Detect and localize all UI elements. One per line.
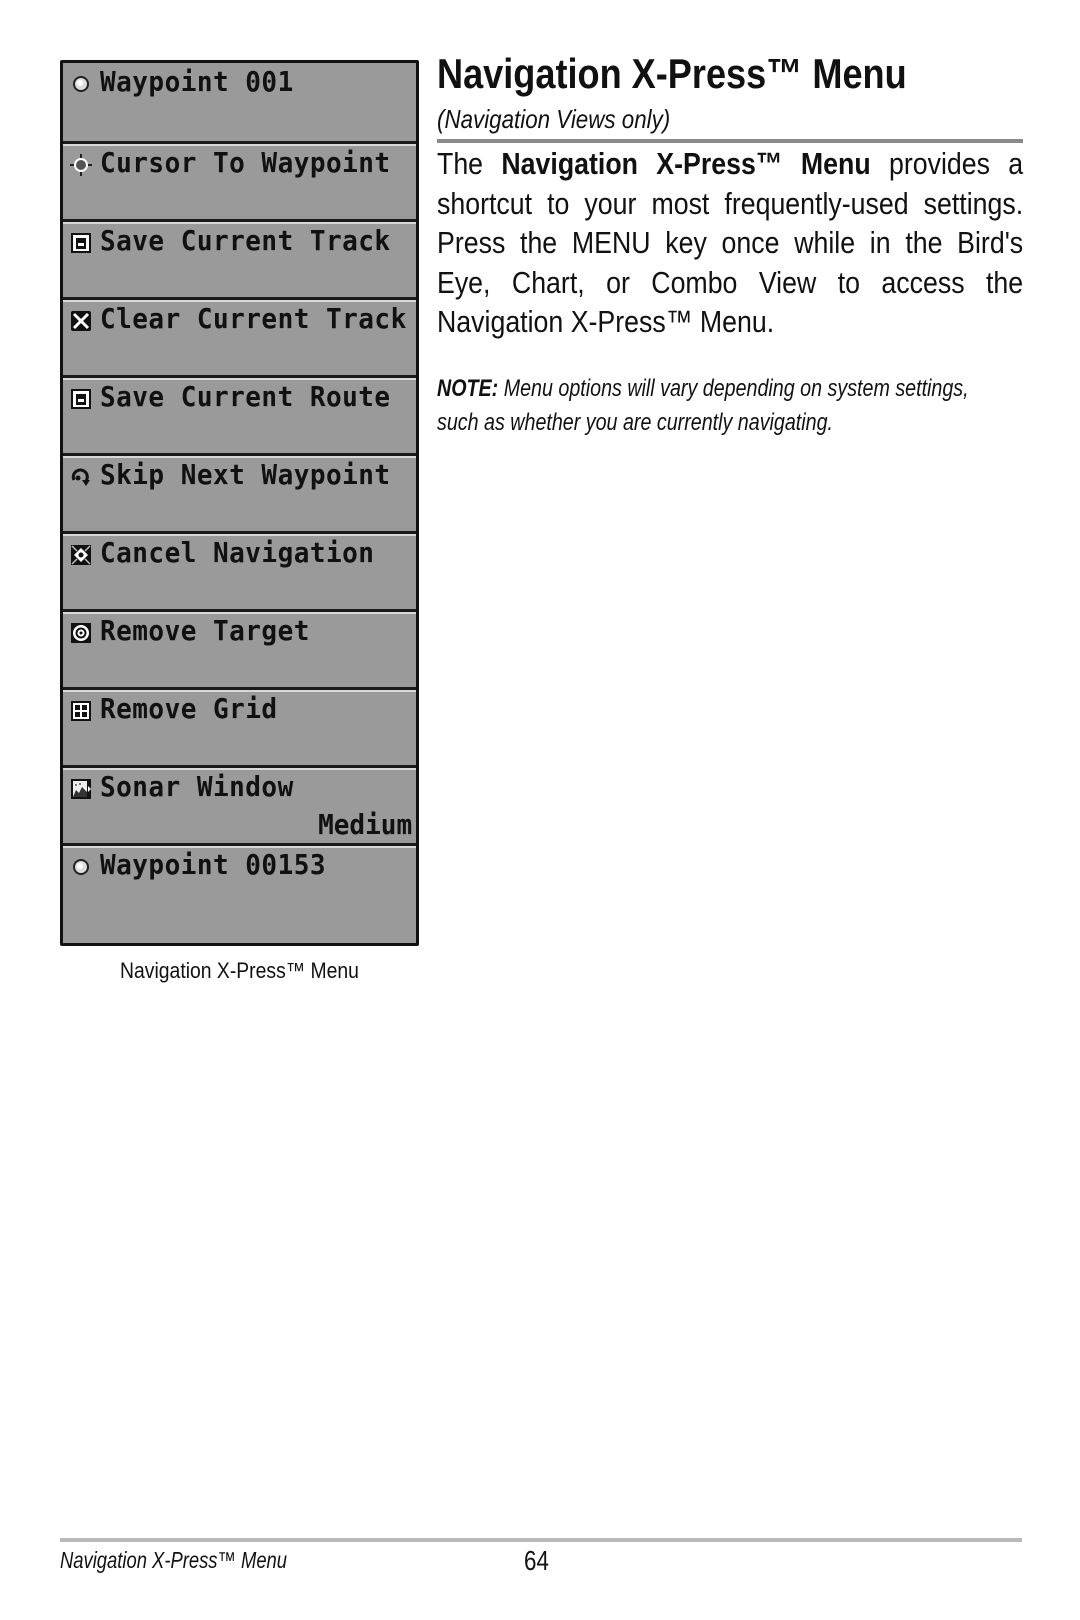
sonar-window-value: Medium <box>317 808 412 841</box>
navigation-xpress-menu: Waypoint 001 Cursor To Waypoint Save Cur… <box>60 60 419 946</box>
note-label: NOTE: <box>437 375 499 402</box>
menu-item-remove-target[interactable]: Remove Target <box>63 609 416 687</box>
sonar-window-icon <box>71 779 91 799</box>
menu-item-cancel-navigation[interactable]: Cancel Navigation <box>63 531 416 609</box>
body-intro: The <box>437 146 502 181</box>
menu-item-sonar-window[interactable]: Sonar Window Medium <box>63 765 416 843</box>
menu-item-label: Save Current Track <box>100 224 391 257</box>
menu-item-label: Waypoint 00153 <box>100 848 327 881</box>
waypoint-icon <box>73 76 89 92</box>
menu-item-waypoint-001[interactable]: Waypoint 001 <box>63 63 416 141</box>
save-icon <box>71 233 91 253</box>
menu-item-label: Cancel Navigation <box>100 536 375 569</box>
waypoint-icon <box>73 859 89 875</box>
clear-icon <box>71 311 91 331</box>
body-paragraph: The Navigation X-Press™ Menu provides a … <box>437 144 1023 342</box>
menu-item-save-current-route[interactable]: Save Current Route <box>63 375 416 453</box>
menu-item-label: Cursor To Waypoint <box>100 146 391 179</box>
target-icon <box>71 623 91 643</box>
menu-item-waypoint-00153[interactable]: Waypoint 00153 <box>63 843 416 921</box>
crosshair-icon <box>70 154 92 176</box>
menu-item-save-current-track[interactable]: Save Current Track <box>63 219 416 297</box>
figure-caption: Navigation X-Press™ Menu <box>120 958 359 983</box>
cancel-navigation-icon <box>71 545 91 565</box>
menu-item-label: Skip Next Waypoint <box>100 458 391 491</box>
footer-divider <box>60 1538 1022 1542</box>
menu-item-cursor-to-waypoint[interactable]: Cursor To Waypoint <box>63 141 416 219</box>
menu-item-label: Sonar Window <box>100 770 294 803</box>
menu-item-label: Remove Target <box>100 614 310 647</box>
save-icon <box>71 389 91 409</box>
skip-icon <box>71 468 90 486</box>
menu-item-label: Waypoint 001 <box>100 65 294 98</box>
section-subtitle: (Navigation Views only) <box>437 104 671 134</box>
section-title: Navigation X-Press™ Menu <box>437 50 907 97</box>
note-paragraph: NOTE: Menu options will vary depending o… <box>437 372 978 440</box>
page-number: 64 <box>524 1545 549 1576</box>
menu-item-label: Clear Current Track <box>100 302 407 335</box>
body-bold-term: Navigation X-Press™ Menu <box>501 146 871 181</box>
note-text: Menu options will vary depending on syst… <box>437 375 969 436</box>
menu-item-label: Save Current Route <box>100 380 391 413</box>
menu-item-clear-current-track[interactable]: Clear Current Track <box>63 297 416 375</box>
section-divider <box>437 139 1023 143</box>
footer-section-name: Navigation X-Press™ Menu <box>60 1547 288 1573</box>
menu-item-remove-grid[interactable]: Remove Grid <box>63 687 416 765</box>
menu-item-skip-next-waypoint[interactable]: Skip Next Waypoint <box>63 453 416 531</box>
grid-icon <box>71 701 91 721</box>
menu-item-label: Remove Grid <box>100 692 278 725</box>
